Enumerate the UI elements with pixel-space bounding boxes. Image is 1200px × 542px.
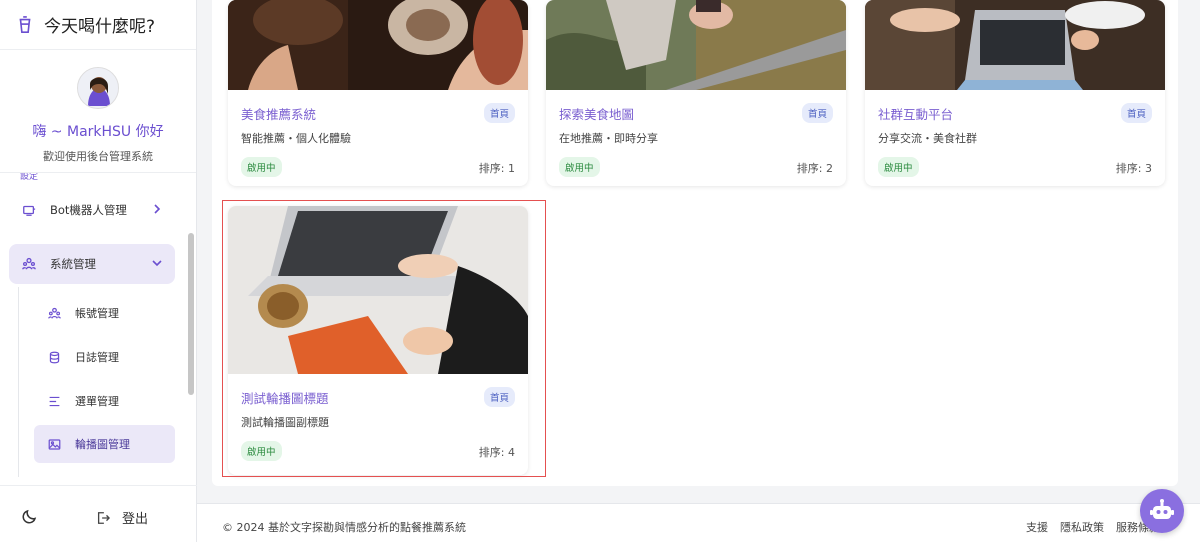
card-body: 美食推薦系統 首頁 智能推薦・個人化體驗 啟用中 排序: 1 [228, 90, 528, 186]
chatbot-button[interactable] [1140, 489, 1184, 533]
sidebar-menu: 設定 Bot機器人管理 系統管理 帳號管理 日誌管理 選單管理 輪播圖管理 [0, 173, 197, 485]
sidebar-subitem-logs[interactable]: 日誌管理 [34, 338, 175, 376]
sidebar-subitem-label: 輪播圖管理 [75, 438, 130, 451]
image-icon [48, 438, 61, 450]
card-title: 探索美食地圖 [559, 107, 635, 122]
sidebar-subitem-label: 日誌管理 [75, 351, 119, 364]
logout-button[interactable]: 登出 [96, 508, 148, 527]
carousel-image [228, 0, 528, 90]
menu-icon [49, 396, 60, 406]
logout-icon [97, 511, 110, 524]
sidebar-footer: 登出 [0, 485, 197, 542]
selection-outline [222, 200, 546, 477]
partial-menu-label: 設定 [20, 173, 39, 182]
submenu-divider [18, 287, 19, 477]
sidebar-item-label: 系統管理 [50, 257, 96, 271]
card-tag: 首頁 [483, 103, 515, 123]
card-order: 排序: 1 [478, 162, 515, 175]
greeting-text: 嗨 ~ MarkHSU 你好 [32, 124, 164, 140]
cup-logo-icon [19, 15, 31, 33]
welcome-text: 歡迎使用後台管理系統 [43, 150, 153, 163]
carousel-image [546, 0, 846, 90]
carousel-image [865, 0, 1165, 90]
chevron-right-icon [154, 204, 161, 214]
sidebar-item-bot[interactable]: Bot機器人管理 [9, 190, 175, 230]
chevron-down-icon [152, 260, 162, 267]
carousel-card[interactable]: 美食推薦系統 首頁 智能推薦・個人化體驗 啟用中 排序: 1 [228, 0, 528, 186]
sidebar-scrollbar[interactable] [188, 233, 194, 395]
avatar-image [78, 68, 118, 108]
page-footer: © 2024 基於文字探勘與情感分析的點餐推薦系統 支援 隱私政策 服務條款 [197, 503, 1200, 542]
card-tag: 首頁 [1120, 103, 1152, 123]
card-body: 探索美食地圖 首頁 在地推薦・即時分享 啟用中 排序: 2 [546, 90, 846, 186]
app-root: 今天喝什麼呢? 嗨 ~ MarkHSU 你好 歡迎使用後台管理系統 設定 Bot… [0, 0, 1200, 542]
sidebar-subitem-label: 選單管理 [75, 395, 119, 408]
map-photo [546, 0, 846, 90]
users-icon [22, 257, 36, 270]
database-icon [49, 351, 60, 363]
card-order: 排序: 3 [1115, 162, 1152, 175]
sidebar-subitem-carousel[interactable]: 輪播圖管理 [34, 425, 175, 463]
footer-link-support[interactable]: 支援 [1026, 519, 1048, 535]
profile-panel: 嗨 ~ MarkHSU 你好 歡迎使用後台管理系統 [0, 50, 196, 173]
sidebar-item-system[interactable]: 系統管理 [9, 244, 175, 284]
card-title: 社群互動平台 [878, 107, 954, 122]
status-badge: 啟用中 [559, 157, 600, 177]
card-body: 社群互動平台 首頁 分享交流・美食社群 啟用中 排序: 3 [865, 90, 1165, 186]
community-photo [865, 0, 1165, 90]
sidebar: 今天喝什麼呢? 嗨 ~ MarkHSU 你好 歡迎使用後台管理系統 設定 Bot… [0, 0, 197, 542]
card-subtitle: 在地推薦・即時分享 [559, 132, 658, 145]
logout-label: 登出 [122, 512, 149, 527]
copyright-text: © 2024 基於文字探勘與情感分析的點餐推薦系統 [222, 521, 466, 534]
card-subtitle: 分享交流・美食社群 [878, 132, 977, 145]
card-subtitle: 智能推薦・個人化體驗 [241, 132, 351, 145]
robot-icon [1150, 499, 1174, 519]
footer-link-privacy[interactable]: 隱私政策 [1060, 519, 1104, 535]
app-title: 今天喝什麼呢? [44, 17, 156, 37]
carousel-card[interactable]: 探索美食地圖 首頁 在地推薦・即時分享 啟用中 排序: 2 [546, 0, 846, 186]
card-tag: 首頁 [801, 103, 833, 123]
sidebar-subitem-accounts[interactable]: 帳號管理 [34, 294, 175, 332]
moon-icon[interactable] [22, 508, 38, 524]
food-photo [228, 0, 528, 90]
robot-icon [23, 205, 36, 216]
status-badge: 啟用中 [878, 157, 919, 177]
sidebar-item-label: Bot機器人管理 [50, 203, 127, 217]
avatar[interactable] [77, 67, 119, 109]
carousel-card[interactable]: 社群互動平台 首頁 分享交流・美食社群 啟用中 排序: 3 [865, 0, 1165, 186]
status-badge: 啟用中 [241, 157, 282, 177]
sidebar-subitem-menus[interactable]: 選單管理 [34, 382, 175, 420]
brand[interactable]: 今天喝什麼呢? [0, 0, 196, 50]
card-order: 排序: 2 [796, 162, 833, 175]
card-title: 美食推薦系統 [241, 107, 317, 122]
sidebar-subitem-label: 帳號管理 [75, 307, 119, 320]
users-icon [48, 307, 61, 319]
footer-links: 支援 隱私政策 服務條款 [1026, 519, 1160, 535]
